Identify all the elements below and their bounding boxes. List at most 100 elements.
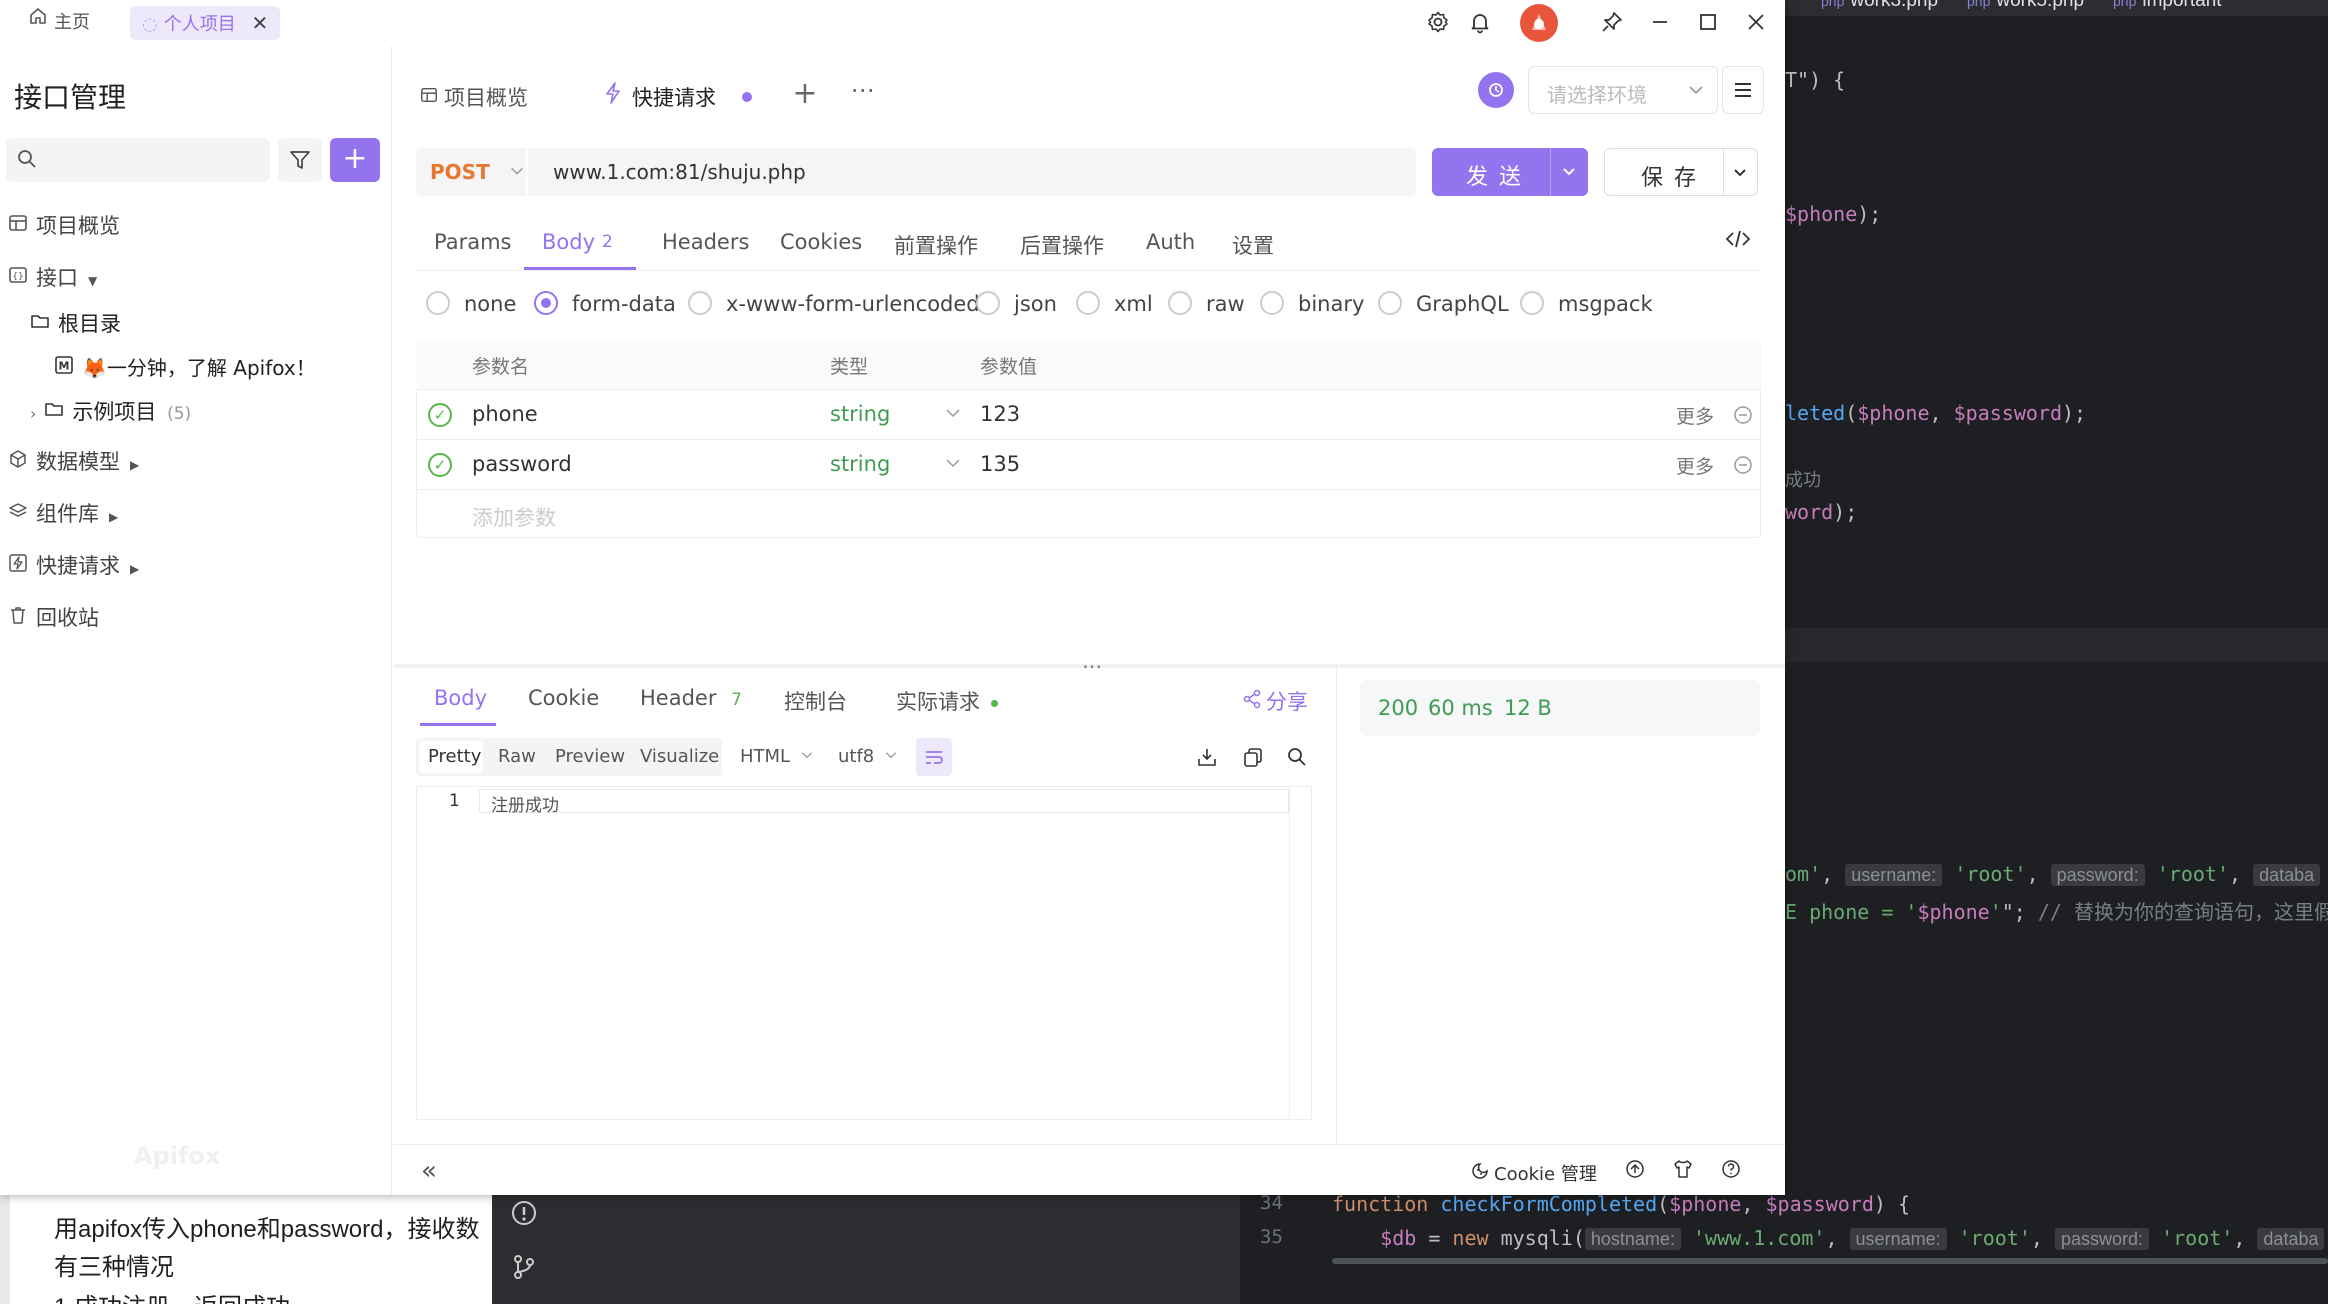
resp-tab-header[interactable]: Header 7 bbox=[640, 686, 742, 710]
chevron-down-icon[interactable] bbox=[944, 454, 962, 476]
settings-icon[interactable] bbox=[1424, 10, 1452, 40]
view-raw[interactable]: Raw bbox=[498, 746, 536, 767]
resp-tab-actual[interactable]: 实际请求 bbox=[896, 686, 998, 716]
search-icon[interactable] bbox=[1284, 746, 1310, 774]
tab-settings[interactable]: 设置 bbox=[1232, 230, 1274, 260]
more-tabs-button[interactable]: ⋯ bbox=[848, 76, 878, 104]
radio-button[interactable] bbox=[1520, 291, 1544, 315]
shirt-icon[interactable] bbox=[1670, 1158, 1696, 1186]
param-value[interactable]: 123 bbox=[980, 402, 1020, 426]
body-type-urlencoded[interactable]: x-www-form-urlencoded bbox=[688, 291, 980, 317]
editor-scrollbar[interactable] bbox=[1289, 787, 1290, 1119]
env-sync-button[interactable] bbox=[1478, 72, 1514, 108]
horizontal-scrollbar[interactable] bbox=[1332, 1258, 2328, 1264]
resp-tab-cookie[interactable]: Cookie bbox=[528, 686, 599, 710]
remove-icon[interactable] bbox=[1732, 404, 1754, 430]
sidebar-item-quick[interactable]: 快捷请求 ▶ bbox=[8, 550, 139, 580]
url-input[interactable]: www.1.com:81/shuju.php bbox=[553, 160, 806, 184]
tab-overview[interactable]: 项目概览 bbox=[420, 82, 528, 112]
body-type-none[interactable]: none bbox=[426, 291, 516, 317]
sidebar-item-overview[interactable]: 项目概览 bbox=[8, 210, 120, 240]
param-type[interactable]: string bbox=[830, 402, 890, 426]
collapse-icon[interactable]: « bbox=[414, 1156, 444, 1186]
editor-tab[interactable]: php important bbox=[2113, 0, 2222, 12]
radio-button[interactable] bbox=[1168, 291, 1192, 315]
sidebar-item-api[interactable]: {} 接口 ▼ bbox=[8, 262, 97, 292]
close-window-icon[interactable] bbox=[1742, 10, 1770, 40]
radio-button[interactable] bbox=[976, 291, 1000, 315]
home-tab[interactable]: 主页 bbox=[16, 6, 102, 40]
radio-button[interactable] bbox=[1076, 291, 1100, 315]
chevron-down-icon[interactable] bbox=[1560, 162, 1578, 184]
drag-handle-icon[interactable]: ⋯ bbox=[1082, 654, 1102, 678]
avatar[interactable] bbox=[1520, 4, 1558, 42]
tab-body[interactable]: Body 2 bbox=[524, 222, 636, 270]
send-button[interactable]: 发 送 bbox=[1432, 148, 1588, 196]
param-value[interactable]: 135 bbox=[980, 452, 1020, 476]
body-type-graphql[interactable]: GraphQL bbox=[1378, 291, 1509, 317]
sidebar-item-components[interactable]: 组件库 ▶ bbox=[8, 498, 118, 528]
method-select[interactable]: POST bbox=[430, 160, 525, 184]
pin-icon[interactable] bbox=[1598, 10, 1626, 40]
save-button[interactable]: 保 存 bbox=[1604, 148, 1758, 196]
upload-icon[interactable] bbox=[1622, 1158, 1648, 1186]
view-visualize[interactable]: Visualize bbox=[640, 746, 719, 767]
sidebar-item-models[interactable]: 数据模型 ▶ bbox=[8, 446, 139, 476]
bell-icon[interactable] bbox=[1466, 10, 1494, 40]
new-tab-button[interactable]: + bbox=[790, 76, 820, 111]
tab-post-processors[interactable]: 后置操作 bbox=[1020, 230, 1104, 260]
add-button[interactable]: + bbox=[330, 138, 380, 182]
response-editor[interactable]: 1 注册成功 bbox=[416, 786, 1312, 1120]
encoding-select[interactable]: utf8 bbox=[838, 746, 898, 767]
view-preview[interactable]: Preview bbox=[555, 746, 625, 767]
resp-tab-body[interactable]: Body bbox=[420, 676, 496, 726]
sidebar-item-examples[interactable]: › 示例项目 (5) bbox=[30, 396, 191, 426]
add-param-input[interactable]: 添加参数 bbox=[472, 502, 556, 532]
sidebar-item-doc[interactable]: M 🦊一分钟，了解 Apifox！ bbox=[54, 352, 316, 381]
body-type-msgpack[interactable]: msgpack bbox=[1520, 291, 1653, 317]
resp-tab-console[interactable]: 控制台 bbox=[784, 686, 847, 716]
view-pretty[interactable]: Pretty bbox=[428, 746, 481, 767]
tab-params[interactable]: Params bbox=[434, 230, 512, 254]
sidebar-item-root[interactable]: 根目录 bbox=[30, 308, 121, 338]
body-type-form-data[interactable]: form-data bbox=[534, 291, 676, 317]
share-button[interactable]: 分享 bbox=[1242, 686, 1308, 716]
tab-auth[interactable]: Auth bbox=[1146, 230, 1195, 254]
cookie-manage-button[interactable]: Cookie 管理 bbox=[1470, 1160, 1597, 1188]
body-type-raw[interactable]: raw bbox=[1168, 291, 1245, 317]
help-icon[interactable] bbox=[1718, 1158, 1744, 1186]
body-type-json[interactable]: json bbox=[976, 291, 1057, 317]
alert-icon[interactable] bbox=[510, 1199, 538, 1234]
radio-button[interactable] bbox=[688, 291, 712, 315]
chevron-down-icon[interactable] bbox=[1731, 163, 1749, 185]
git-branch-icon[interactable] bbox=[510, 1253, 538, 1288]
enabled-checkbox[interactable]: ✓ bbox=[428, 403, 452, 427]
copy-icon[interactable] bbox=[1240, 746, 1266, 774]
radio-button[interactable] bbox=[1378, 291, 1402, 315]
editor-tab[interactable]: php work5.php bbox=[1967, 0, 2084, 12]
maximize-icon[interactable] bbox=[1694, 10, 1722, 40]
download-icon[interactable] bbox=[1194, 746, 1220, 774]
project-tab[interactable]: ◌ 个人项目 ✕ bbox=[130, 6, 281, 40]
env-select[interactable]: 请选择环境 bbox=[1528, 66, 1718, 114]
more-link[interactable]: 更多 bbox=[1676, 452, 1714, 479]
code-icon[interactable] bbox=[1724, 228, 1752, 256]
filter-button[interactable] bbox=[278, 138, 322, 182]
tab-cookies[interactable]: Cookies bbox=[780, 230, 862, 254]
body-type-xml[interactable]: xml bbox=[1076, 291, 1153, 317]
wrap-toggle[interactable] bbox=[916, 738, 952, 776]
remove-icon[interactable] bbox=[1732, 454, 1754, 480]
search-input[interactable] bbox=[6, 138, 270, 182]
tab-pre-processors[interactable]: 前置操作 bbox=[894, 230, 978, 260]
tab-quick-request[interactable]: 快捷请求 bbox=[590, 66, 768, 124]
more-link[interactable]: 更多 bbox=[1676, 402, 1714, 429]
radio-button[interactable] bbox=[426, 291, 450, 315]
close-icon[interactable]: ✕ bbox=[251, 11, 268, 35]
radio-button[interactable] bbox=[1260, 291, 1284, 315]
body-type-binary[interactable]: binary bbox=[1260, 291, 1364, 317]
format-select[interactable]: HTML bbox=[740, 746, 814, 767]
param-name[interactable]: phone bbox=[472, 402, 538, 426]
sidebar-item-trash[interactable]: 回收站 bbox=[8, 602, 99, 632]
editor-tab[interactable]: php work3.php bbox=[1821, 0, 1938, 12]
menu-button[interactable] bbox=[1722, 66, 1764, 114]
